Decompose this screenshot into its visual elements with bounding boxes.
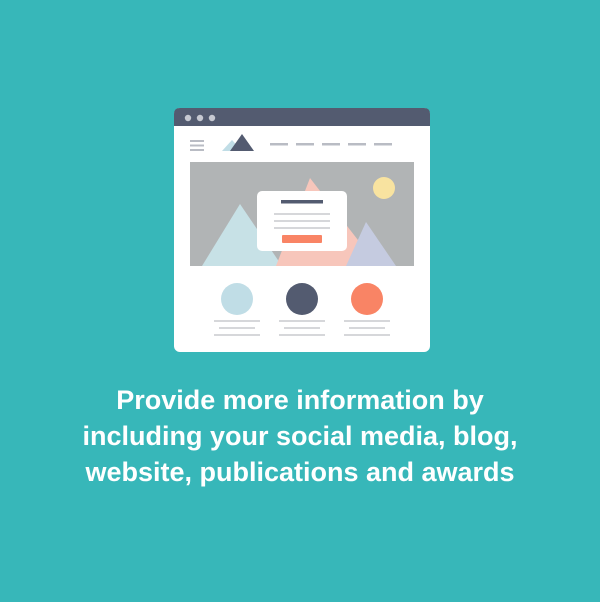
caption-line-1: Provide more information by bbox=[116, 385, 484, 415]
promo-card: Provide more information by including yo… bbox=[0, 0, 600, 602]
feature-text-line bbox=[214, 334, 260, 336]
website-illustration bbox=[174, 108, 430, 352]
caption-line-3: website, publications and awards bbox=[85, 457, 515, 487]
card-heading-line bbox=[281, 200, 323, 204]
feature-columns bbox=[214, 283, 390, 336]
feature-circle bbox=[221, 283, 253, 315]
feature-text-line bbox=[219, 327, 255, 329]
sun-icon bbox=[373, 177, 395, 199]
caption-line-2: including your social media, blog, bbox=[82, 421, 518, 451]
feature-text-line bbox=[279, 320, 325, 322]
window-dot bbox=[196, 114, 204, 122]
hamburger-menu-icon bbox=[190, 140, 204, 151]
feature-text-line bbox=[279, 334, 325, 336]
feature-text-line bbox=[344, 320, 390, 322]
hero-card bbox=[257, 191, 347, 251]
feature-text-line bbox=[349, 327, 385, 329]
card-cta-button bbox=[282, 235, 322, 243]
card-text-line bbox=[274, 213, 330, 215]
window-dot bbox=[208, 114, 216, 122]
feature-text-line bbox=[284, 327, 320, 329]
feature-text-line bbox=[344, 334, 390, 336]
card-text-line bbox=[274, 220, 330, 222]
caption: Provide more information by including yo… bbox=[20, 382, 580, 490]
feature-text-line bbox=[214, 320, 260, 322]
feature-circle bbox=[286, 283, 318, 315]
card-text-line bbox=[274, 227, 330, 229]
window-dot bbox=[184, 114, 192, 122]
feature-circle bbox=[351, 283, 383, 315]
